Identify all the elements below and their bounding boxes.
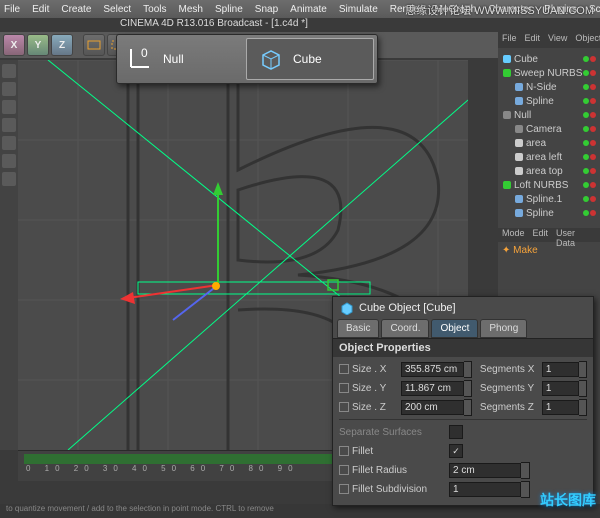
mode-edge-icon[interactable] [2, 136, 16, 150]
spin-size-z[interactable] [464, 399, 472, 416]
spin-seg-z[interactable] [579, 399, 587, 416]
inp-size-y[interactable]: 11.867 cm [401, 381, 464, 396]
inp-fillet-radius[interactable]: 2 cm [449, 463, 521, 478]
lbl-size-y: Size . Y [339, 383, 401, 394]
watermark-bottom: 站长图库 [540, 490, 596, 510]
lbl-size-x: Size . X [339, 364, 401, 375]
inp-size-z[interactable]: 200 cm [401, 400, 464, 415]
menu-create[interactable]: Create [61, 4, 91, 15]
make-editable[interactable]: ✦ Make [498, 242, 600, 259]
popup-null-label: Null [163, 52, 184, 66]
menu-file[interactable]: File [4, 4, 20, 15]
spin-size-x[interactable] [464, 361, 472, 378]
tree-item[interactable]: Cube [500, 52, 598, 66]
tree-item[interactable]: Null [500, 108, 598, 122]
svg-text:0: 0 [141, 46, 148, 60]
lbl-seg-z: Segments Z [480, 402, 542, 413]
mode-model-icon[interactable] [2, 64, 16, 78]
null-icon: 0 [127, 45, 155, 73]
primitive-popup: 0 Null Cube [116, 34, 378, 84]
lbl-fillet-radius: Fillet Radius [339, 465, 449, 476]
axis-y-button[interactable]: Y [27, 34, 49, 56]
menu-tools[interactable]: Tools [143, 4, 166, 15]
am-user[interactable]: User Data [552, 228, 600, 242]
lbl-seg-y: Segments Y [480, 383, 542, 394]
inp-size-x[interactable]: 355.875 cm [401, 362, 464, 377]
mode-poly-icon[interactable] [2, 154, 16, 168]
lbl-seg-x: Segments X [480, 364, 542, 375]
am-mode[interactable]: Mode [498, 228, 529, 242]
spin-size-y[interactable] [464, 380, 472, 397]
chk-fillet[interactable]: ✓ [449, 444, 463, 458]
lbl-size-z: Size . Z [339, 402, 401, 413]
lbl-sep-surf: Separate Surfaces [339, 427, 449, 438]
spin-fillet-sub[interactable] [521, 481, 530, 498]
attribute-panel: Cube Object [Cube] Basic Coord. Object P… [332, 296, 594, 506]
inp-seg-z[interactable]: 1 [542, 400, 579, 415]
menu-mesh[interactable]: Mesh [179, 4, 203, 15]
axis-x-button[interactable]: X [3, 34, 25, 56]
render-button[interactable] [83, 34, 105, 56]
om-view[interactable]: View [544, 32, 571, 48]
tree-item[interactable]: Sweep NURBS [500, 66, 598, 80]
lbl-fillet-sub: Fillet Subdivision [339, 484, 449, 495]
panel-header: Object Properties [333, 338, 593, 357]
cube-icon [339, 301, 353, 315]
menu-select[interactable]: Select [103, 4, 131, 15]
spin-seg-y[interactable] [579, 380, 587, 397]
tree-item[interactable]: Spline.1 [500, 192, 598, 206]
lbl-fillet: Fillet [339, 446, 449, 457]
mode-texture-icon[interactable] [2, 172, 16, 186]
inp-seg-x[interactable]: 1 [542, 362, 579, 377]
chk-sep-surf[interactable] [449, 425, 463, 439]
tree-item[interactable]: area top [500, 164, 598, 178]
menu-spline[interactable]: Spline [215, 4, 243, 15]
menu-edit[interactable]: Edit [32, 4, 49, 15]
tab-object[interactable]: Object [431, 319, 478, 338]
window-title: CINEMA 4D R13.016 Broadcast - [1.c4d *] [120, 18, 308, 32]
tab-phong[interactable]: Phong [480, 319, 527, 338]
mode-object-icon[interactable] [2, 82, 16, 96]
tree-item[interactable]: Loft NURBS [500, 178, 598, 192]
tree-item[interactable]: area left [500, 150, 598, 164]
inp-fillet-sub[interactable]: 1 [449, 482, 521, 497]
popup-cube[interactable]: Cube [246, 38, 374, 80]
popup-null[interactable]: 0 Null [117, 35, 243, 83]
cube-icon [257, 45, 285, 73]
tree-item[interactable]: Spline [500, 94, 598, 108]
menu-animate[interactable]: Animate [290, 4, 327, 15]
tab-coord[interactable]: Coord. [381, 319, 429, 338]
om-edit[interactable]: Edit [521, 32, 545, 48]
tree-item[interactable]: area [500, 136, 598, 150]
inp-seg-y[interactable]: 1 [542, 381, 579, 396]
menu-simulate[interactable]: Simulate [339, 4, 378, 15]
popup-cube-label: Cube [293, 52, 322, 66]
menu-snap[interactable]: Snap [255, 4, 278, 15]
tab-basic[interactable]: Basic [337, 319, 379, 338]
spin-fillet-radius[interactable] [521, 462, 530, 479]
spin-seg-x[interactable] [579, 361, 587, 378]
om-file[interactable]: File [498, 32, 521, 48]
mode-point-icon[interactable] [2, 118, 16, 132]
tree-item[interactable]: Spline [500, 206, 598, 220]
mode-bar [0, 60, 18, 450]
mode-axis-icon[interactable] [2, 100, 16, 114]
watermark-top: 思缘设计论坛 WWW.MISSYUAN.COM [405, 2, 594, 18]
tree-item[interactable]: N-Side [500, 80, 598, 94]
om-object[interactable]: Object [571, 32, 600, 48]
status-bar: to quantize movement / add to the select… [0, 504, 600, 518]
axis-z-button[interactable]: Z [51, 34, 73, 56]
am-edit[interactable]: Edit [529, 228, 553, 242]
tree-item[interactable]: Camera [500, 122, 598, 136]
panel-title: Cube Object [Cube] [333, 297, 593, 319]
